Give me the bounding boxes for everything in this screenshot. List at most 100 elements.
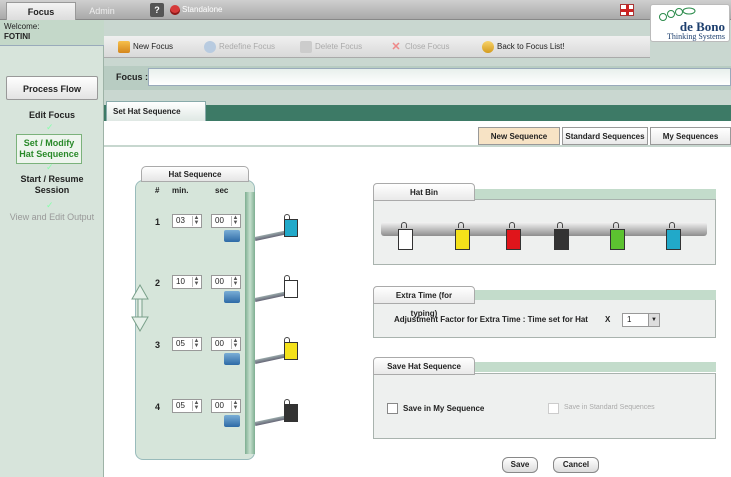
spinner-icon[interactable]: ▲ ▼ (231, 400, 239, 411)
seconds-value: 00 (215, 216, 224, 225)
minutes-stepper[interactable]: 03 ▲ ▼ (172, 214, 202, 228)
spinner-icon[interactable]: ▲ ▼ (192, 276, 200, 287)
nav-view-edit-output[interactable]: View and Edit Output (6, 212, 98, 223)
row-number: 4 (155, 402, 161, 412)
hat-slot-icon[interactable] (284, 280, 298, 298)
hat-printer-icon[interactable] (224, 353, 240, 365)
cancel-button[interactable]: Cancel (553, 457, 599, 473)
hat-sequence-title: Hat Sequence (141, 166, 249, 182)
minutes-value: 05 (176, 401, 185, 410)
adjustment-factor-label: Adjustment Factor for Extra Time : Time … (394, 315, 588, 324)
minutes-value: 03 (176, 216, 185, 225)
hat-printer-icon[interactable] (224, 291, 240, 303)
welcome-label: Welcome: (4, 22, 40, 31)
chevron-down-icon[interactable]: ▼ (648, 314, 659, 326)
close-focus-icon: ✕ (391, 40, 401, 53)
adjustment-factor-value: 1 (627, 315, 632, 324)
reorder-arrows-icon[interactable] (130, 283, 150, 333)
spinner-icon[interactable]: ▲ ▼ (192, 338, 200, 349)
hat-slot-icon[interactable] (284, 219, 298, 237)
hat-slot-icon[interactable] (284, 342, 298, 360)
seconds-stepper[interactable]: 00 ▲ ▼ (211, 399, 241, 413)
minutes-value: 10 (176, 277, 185, 286)
minutes-value: 05 (176, 339, 185, 348)
seconds-stepper[interactable]: 00 ▲ ▼ (211, 275, 241, 289)
save-button[interactable]: Save (502, 457, 538, 473)
spinner-icon[interactable]: ▲ ▼ (192, 215, 200, 226)
new-focus-button[interactable]: New Focus (118, 40, 173, 54)
minutes-stepper[interactable]: 10 ▲ ▼ (172, 275, 202, 289)
hat-hook (401, 222, 407, 228)
hat-slot-icon[interactable] (284, 404, 298, 422)
save-hat-sequence-title: Save Hat Sequence (373, 357, 475, 375)
seconds-stepper[interactable]: 00 ▲ ▼ (211, 214, 241, 228)
row-number: 2 (155, 278, 161, 288)
save-in-standard-sequences-checkbox[interactable] (548, 403, 559, 414)
save-in-standard-sequences-label: Save in Standard Sequences (564, 404, 655, 411)
standalone-indicator: Standalone (170, 3, 222, 17)
top-bar: Focus Admin ? Standalone (0, 0, 731, 20)
focus-label: Focus : (116, 72, 149, 82)
hat-printer-icon[interactable] (224, 230, 240, 242)
de-bono-logo: de Bono Thinking Systems (650, 4, 730, 42)
check-icon: ✓ (46, 162, 54, 172)
welcome-box: Welcome: FOTINI (0, 20, 104, 46)
logo-tagline: Thinking Systems (666, 32, 725, 41)
nav-set-modify-hat-sequence[interactable]: Set / Modify Hat Sequence (16, 134, 82, 164)
minutes-stepper[interactable]: 05 ▲ ▼ (172, 399, 202, 413)
hat-bucket (398, 229, 413, 250)
standalone-icon (170, 4, 180, 15)
hat-hook (669, 222, 675, 228)
help-button[interactable]: ? (150, 3, 164, 17)
spinner-icon[interactable]: ▲ ▼ (231, 276, 239, 287)
tab-admin[interactable]: Admin (82, 2, 122, 20)
seconds-stepper[interactable]: 00 ▲ ▼ (211, 337, 241, 351)
header-min: min. (172, 186, 189, 195)
redefine-focus-button[interactable]: Redefine Focus (204, 40, 275, 54)
adjustment-factor-select[interactable]: 1 ▼ (622, 313, 660, 327)
tab-set-hat-sequence[interactable]: Set Hat Sequence (106, 101, 206, 121)
new-focus-label: New Focus (133, 42, 174, 51)
extra-time-title-bar (475, 290, 716, 300)
left-nav: Process Flow Edit Focus ✓ Set / Modify H… (0, 46, 104, 477)
welcome-user: FOTINI (4, 32, 31, 41)
hat-hook (509, 222, 515, 228)
header-num: # (155, 186, 160, 195)
tab-standard-sequences[interactable]: Standard Sequences (562, 127, 648, 145)
back-to-focus-list-button[interactable]: Back to Focus List! (482, 40, 565, 54)
tab-focus[interactable]: Focus (6, 2, 76, 20)
focus-input[interactable] (148, 68, 731, 86)
seconds-value: 00 (215, 339, 224, 348)
hat-bucket (506, 229, 521, 250)
hat-bucket (666, 229, 681, 250)
tab-new-sequence[interactable]: New Sequence (478, 127, 560, 145)
extra-time-title: Extra Time (for typing) (373, 286, 475, 318)
row-number: 3 (155, 340, 161, 350)
save-hat-sequence-title-bar (475, 362, 716, 372)
flag-icon[interactable] (620, 4, 634, 16)
nav-start-resume-session[interactable]: Start / Resume Session (6, 174, 98, 196)
spinner-icon[interactable]: ▲ ▼ (231, 338, 239, 349)
multiplier-label: X (605, 315, 611, 324)
tab-my-sequences[interactable]: My Sequences (650, 127, 731, 145)
back-to-focus-list-label: Back to Focus List! (497, 42, 565, 51)
spinner-icon[interactable]: ▲ ▼ (192, 400, 200, 411)
delete-focus-icon (300, 40, 312, 53)
nav-edit-focus[interactable]: Edit Focus (6, 110, 98, 121)
spinner-icon[interactable]: ▲ ▼ (231, 215, 239, 226)
process-flow-button[interactable]: Process Flow (6, 76, 98, 100)
seconds-value: 00 (215, 401, 224, 410)
hat-hook (557, 222, 563, 228)
toolbar: New Focus Redefine Focus Delete Focus ✕ C… (104, 36, 650, 58)
hat-printer-icon[interactable] (224, 415, 240, 427)
minutes-stepper[interactable]: 05 ▲ ▼ (172, 337, 202, 351)
hat-hook (458, 222, 464, 228)
hat-bin-rail (381, 222, 707, 236)
hat-hook (613, 222, 619, 228)
delete-focus-button[interactable]: Delete Focus (300, 40, 362, 54)
save-in-my-sequence-checkbox[interactable] (387, 403, 398, 414)
hat-bucket (610, 229, 625, 250)
hat-stand-pole (245, 192, 255, 454)
close-focus-button[interactable]: ✕ Close Focus (390, 40, 449, 54)
standalone-label: Standalone (182, 5, 223, 14)
